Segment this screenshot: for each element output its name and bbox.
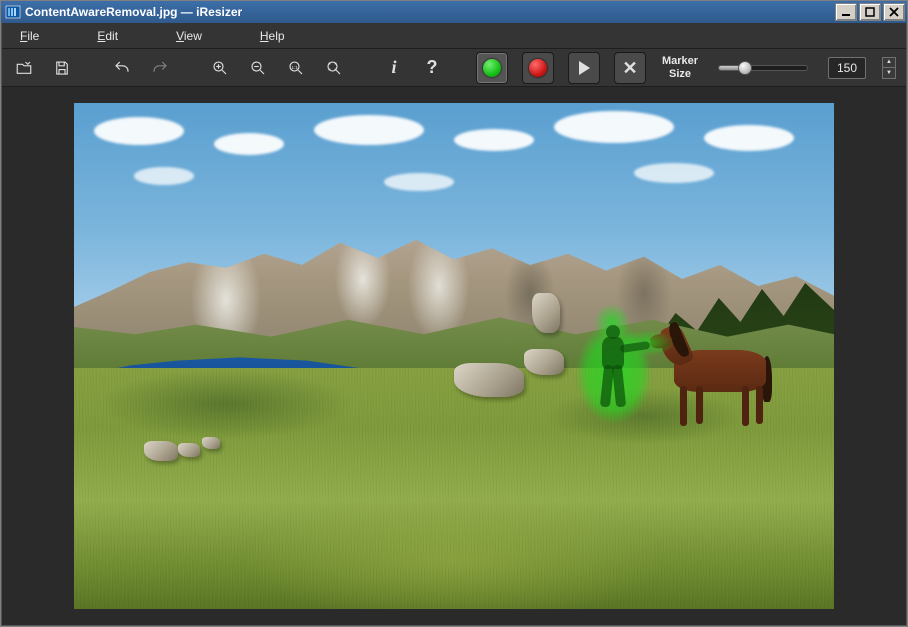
image-cloud bbox=[634, 163, 714, 183]
canvas-area bbox=[2, 87, 906, 625]
image-person-masked bbox=[588, 325, 640, 417]
image-rock bbox=[454, 363, 524, 397]
save-icon bbox=[53, 59, 71, 77]
undo-button[interactable] bbox=[110, 56, 134, 80]
redo-icon bbox=[151, 59, 169, 77]
image-rock bbox=[178, 443, 200, 457]
image-cloud bbox=[94, 117, 184, 145]
image-cloud bbox=[214, 133, 284, 155]
red-marker-icon bbox=[529, 59, 547, 77]
image-canvas[interactable] bbox=[74, 103, 834, 609]
marker-size-label: Marker Size bbox=[662, 55, 698, 80]
zoom-fit-icon bbox=[325, 59, 343, 77]
image-rock bbox=[532, 293, 560, 333]
zoom-out-button[interactable] bbox=[246, 56, 270, 80]
image-cloud bbox=[454, 129, 534, 151]
menubar: File Edit View Help bbox=[2, 23, 906, 49]
image-horse bbox=[654, 318, 794, 428]
info-button[interactable]: i bbox=[382, 56, 406, 80]
marker-size-input[interactable] bbox=[828, 57, 866, 79]
menu-view-rest: iew bbox=[184, 29, 202, 43]
window-title: ContentAwareRemoval.jpg — iResizer bbox=[25, 5, 242, 19]
image-cloud bbox=[384, 173, 454, 191]
folder-open-icon bbox=[15, 59, 33, 77]
play-icon bbox=[579, 61, 590, 75]
close-button[interactable] bbox=[883, 3, 905, 21]
green-marker-icon bbox=[483, 59, 501, 77]
image-cloud bbox=[704, 125, 794, 151]
spinner-up[interactable]: ▲ bbox=[882, 57, 896, 68]
clear-button[interactable]: ✕ bbox=[614, 52, 646, 84]
undo-icon bbox=[113, 59, 131, 77]
zoom-actual-button[interactable]: 1:1 bbox=[284, 56, 308, 80]
green-marker-button[interactable] bbox=[476, 52, 508, 84]
image-cloud bbox=[314, 115, 424, 145]
slider-thumb[interactable] bbox=[738, 61, 752, 75]
open-button[interactable] bbox=[12, 56, 36, 80]
toolbar: 1:1 i ? ✕ bbox=[2, 49, 906, 87]
zoom-out-icon bbox=[249, 59, 267, 77]
menu-view[interactable]: View bbox=[166, 26, 212, 46]
marker-size-spinner: ▲ ▼ bbox=[882, 57, 896, 79]
zoom-in-button[interactable] bbox=[208, 56, 232, 80]
app-icon bbox=[5, 4, 21, 20]
slider-track bbox=[718, 65, 808, 71]
image-rock bbox=[202, 437, 220, 449]
image-cloud bbox=[554, 111, 674, 143]
marker-size-slider[interactable] bbox=[718, 59, 808, 77]
titlebar: ContentAwareRemoval.jpg — iResizer bbox=[1, 1, 907, 23]
svg-text:1:1: 1:1 bbox=[292, 64, 299, 69]
redo-button[interactable] bbox=[148, 56, 172, 80]
help-icon: ? bbox=[427, 57, 438, 78]
zoom-fit-button[interactable] bbox=[322, 56, 346, 80]
menu-file[interactable]: File bbox=[10, 26, 49, 46]
menu-edit[interactable]: Edit bbox=[87, 26, 128, 46]
menu-file-rest: ile bbox=[27, 29, 39, 43]
help-button[interactable]: ? bbox=[420, 56, 444, 80]
menu-edit-rest: dit bbox=[105, 29, 118, 43]
image-cloud bbox=[134, 167, 194, 185]
red-marker-button[interactable] bbox=[522, 52, 554, 84]
workspace: File Edit View Help bbox=[1, 23, 907, 626]
image-rock bbox=[524, 349, 564, 375]
image-rock bbox=[144, 441, 178, 461]
spinner-down[interactable]: ▼ bbox=[882, 67, 896, 79]
info-icon: i bbox=[391, 57, 396, 78]
run-button[interactable] bbox=[568, 52, 600, 84]
maximize-button[interactable] bbox=[859, 3, 881, 21]
minimize-button[interactable] bbox=[835, 3, 857, 21]
save-button[interactable] bbox=[50, 56, 74, 80]
zoom-in-icon bbox=[211, 59, 229, 77]
zoom-actual-icon: 1:1 bbox=[287, 59, 305, 77]
menu-help[interactable]: Help bbox=[250, 26, 295, 46]
menu-help-rest: elp bbox=[269, 29, 285, 43]
clear-icon: ✕ bbox=[622, 59, 637, 77]
app-window: ContentAwareRemoval.jpg — iResizer File … bbox=[0, 0, 908, 627]
